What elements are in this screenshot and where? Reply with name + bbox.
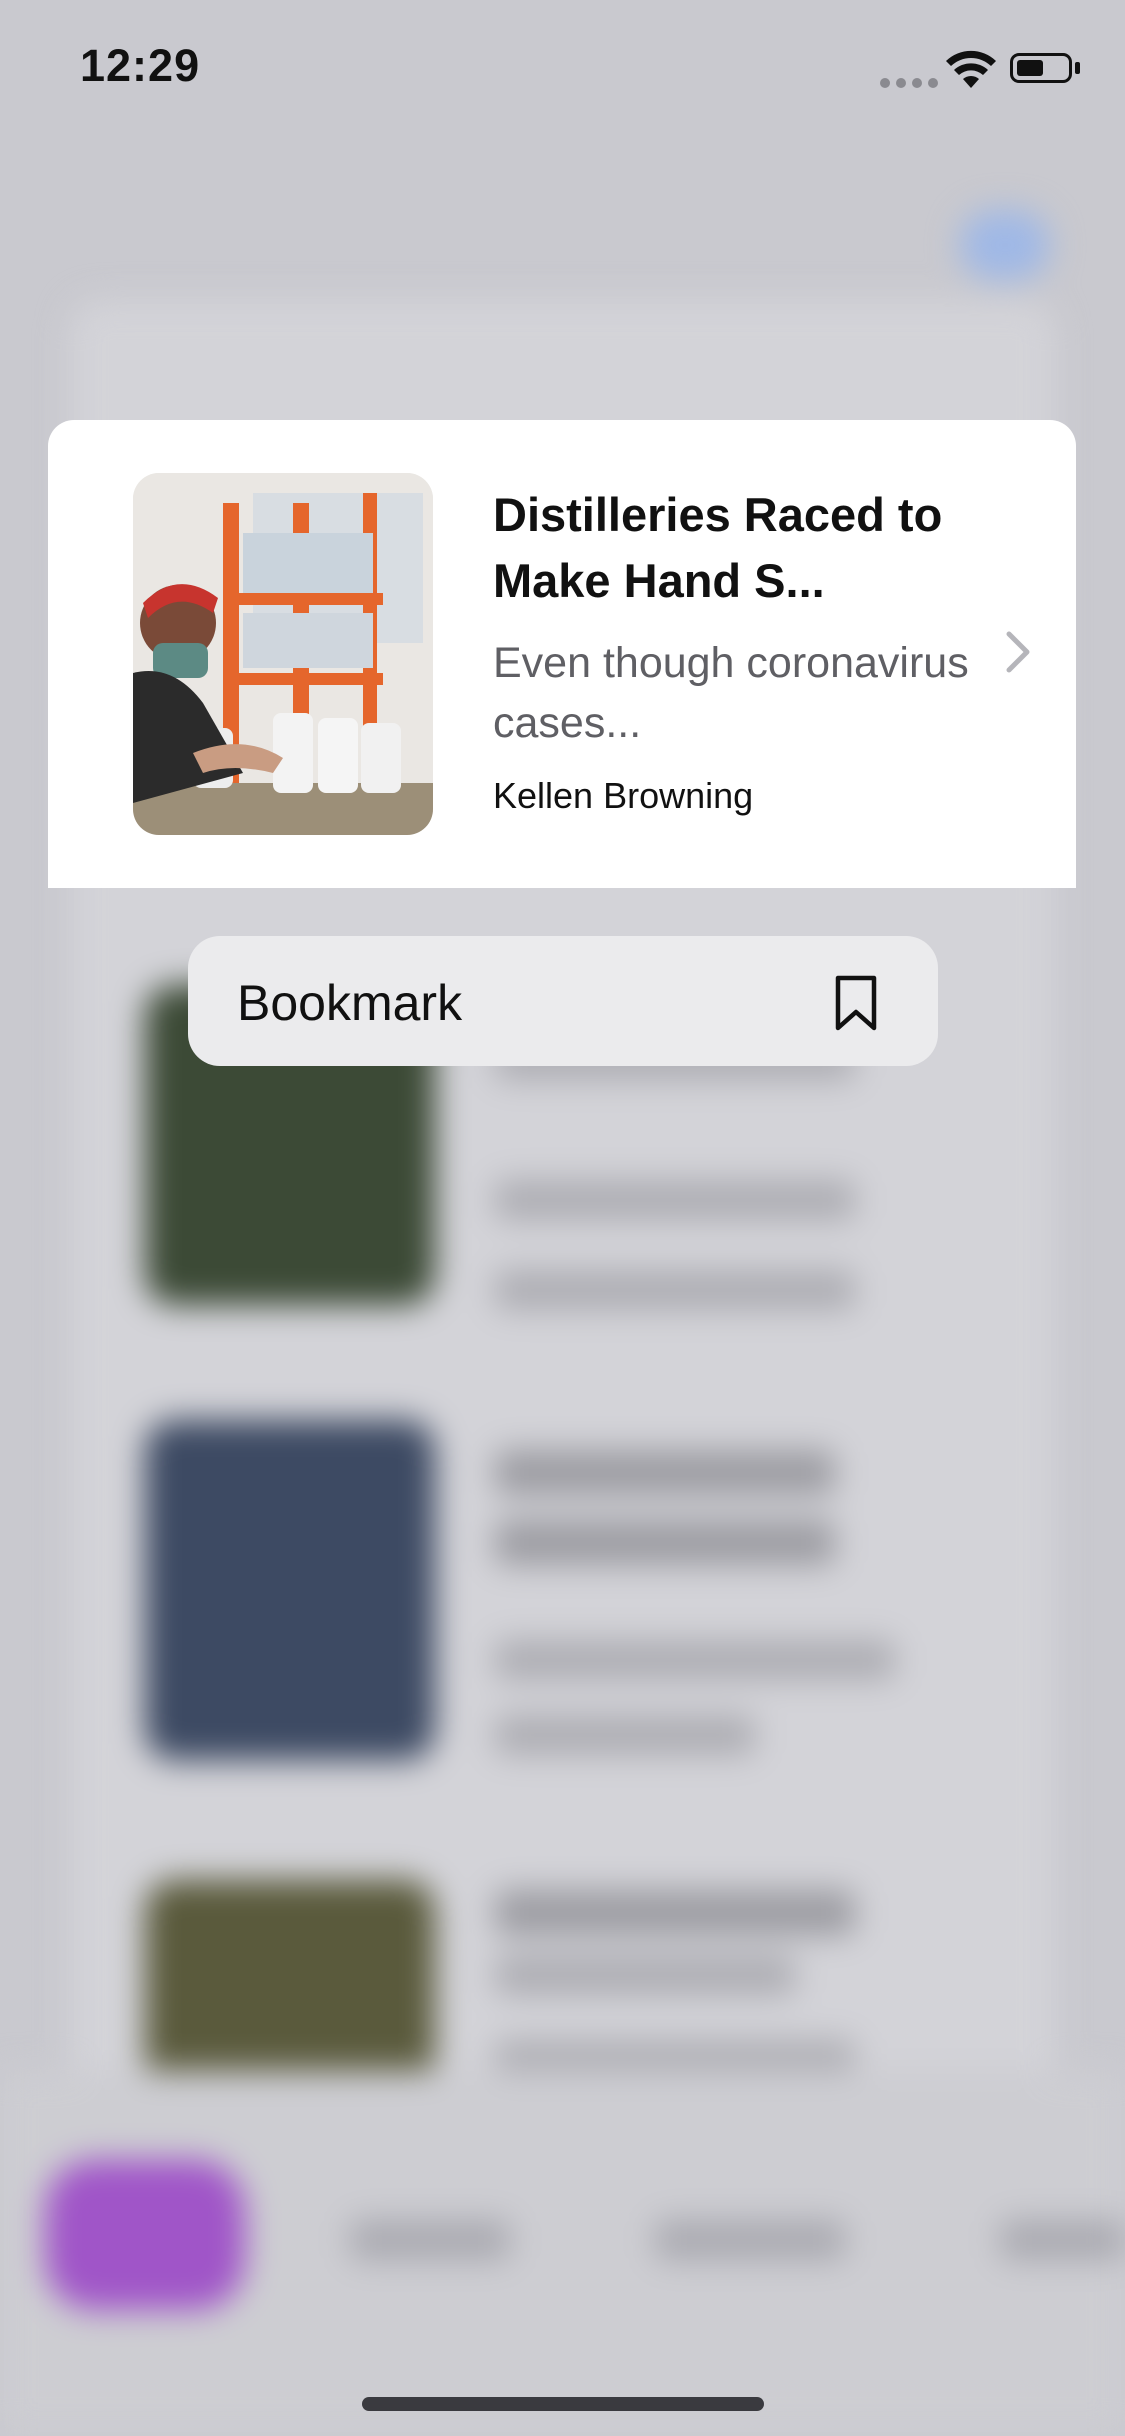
status-bar: 12:29 — [0, 0, 1125, 140]
article-preview-card[interactable]: Distilleries Raced to Make Hand S... Eve… — [48, 420, 1076, 888]
blurred-text-line — [495, 1520, 835, 1565]
bookmark-icon — [835, 975, 877, 1031]
blurred-thumbnail — [145, 1420, 435, 1760]
battery-tip — [1075, 62, 1080, 74]
article-summary: Even though coronavirus cases... — [493, 639, 969, 747]
blurred-header-button — [960, 210, 1050, 280]
blurred-text-line — [495, 1450, 835, 1495]
chevron-right-icon — [1006, 631, 1030, 673]
blurred-active-tab — [45, 2160, 245, 2310]
home-indicator[interactable] — [362, 2397, 764, 2411]
blurred-background — [0, 0, 1125, 2436]
blurred-text-line — [495, 1890, 855, 1935]
blurred-text-line — [495, 1180, 855, 1220]
wifi-icon — [946, 50, 996, 88]
menu-item-label: Bookmark — [237, 975, 463, 1031]
context-menu: Bookmark — [188, 936, 938, 1066]
menu-item-bookmark[interactable]: Bookmark — [188, 936, 938, 1066]
article-author: Kellen Browning — [493, 775, 754, 816]
battery-icon — [1010, 53, 1072, 83]
status-time: 12:29 — [80, 40, 201, 91]
article-thumbnail — [133, 473, 433, 835]
blurred-text-line — [495, 1270, 855, 1310]
blurred-text-line — [495, 1640, 895, 1680]
cellular-signal-icon — [880, 78, 938, 88]
blurred-tab-label — [350, 2220, 510, 2260]
article-headline: Distilleries Raced to Make Hand S... — [493, 488, 943, 607]
blurred-thumbnail — [145, 1880, 435, 2090]
blurred-tab-label — [655, 2220, 845, 2260]
blurred-text-line — [495, 1715, 755, 1755]
blurred-text-line — [495, 1955, 795, 1995]
blurred-tab-label — [1000, 2220, 1125, 2260]
